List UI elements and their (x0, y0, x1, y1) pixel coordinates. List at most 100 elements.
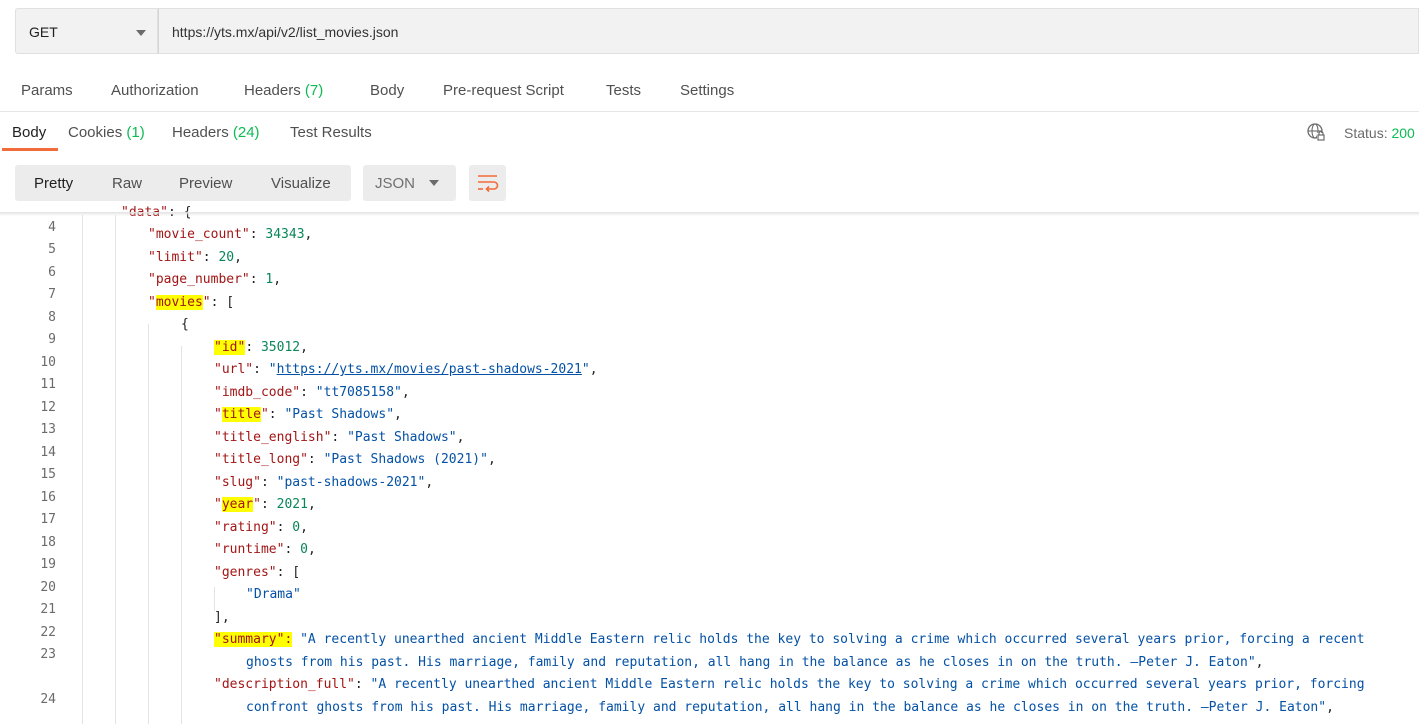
json-punct: { (181, 317, 189, 332)
json-key-highlighted: "summary": (214, 632, 293, 647)
json-key: "runtime" (214, 542, 285, 557)
json-string: "A recently unearthed ancient Middle Eas… (300, 632, 1365, 647)
toolbar-shadow (0, 212, 1419, 216)
json-punct: : (202, 250, 219, 265)
line-content: "description_full": "A recently unearthe… (214, 677, 1365, 692)
tab-test-results[interactable]: Test Results (290, 124, 372, 141)
json-key: "title_english" (214, 430, 332, 445)
json-punct: : (354, 677, 371, 692)
json-punct: ], (214, 610, 230, 625)
json-number: 2021 (276, 497, 308, 512)
json-string: ghosts from his past. His marriage, fami… (246, 655, 1256, 670)
json-punct: : [ (210, 295, 235, 310)
code-line: 17 "year": 2021, (0, 497, 1419, 527)
json-string: confront ghosts from his past. His marri… (246, 700, 1327, 715)
json-punct: : (249, 272, 266, 287)
json-number: 35012 (260, 340, 301, 355)
wrap-lines-button[interactable] (469, 165, 506, 201)
line-content: "limit": 20, (148, 250, 242, 265)
url-input[interactable]: https://yts.mx/api/v2/list_movies.json (158, 8, 1419, 54)
code-line: 14 "title_english": "Past Shadows", (0, 430, 1419, 460)
tab-params[interactable]: Params (21, 82, 73, 99)
json-punct: , (300, 520, 308, 535)
json-number: 34343 (265, 227, 305, 242)
json-punct: : (284, 542, 301, 557)
json-punct: , (1326, 700, 1334, 715)
json-punct: : (260, 497, 277, 512)
response-headers-count: (24) (232, 124, 260, 141)
line-content: "Drama" (246, 587, 301, 602)
json-punct: , (304, 227, 313, 242)
line-content: ], (214, 610, 230, 625)
json-string: "Past Shadows" (284, 407, 395, 422)
format-select[interactable]: JSON (363, 165, 456, 201)
json-punct: : (253, 362, 269, 377)
json-quote: " (268, 362, 277, 377)
json-punct: , (300, 340, 308, 355)
preview-button[interactable]: Preview (179, 175, 232, 192)
wrap-lines-icon (478, 175, 499, 193)
tab-body[interactable]: Body (370, 82, 404, 99)
tab-cookies[interactable]: Cookies (1) (68, 124, 145, 141)
tab-cookies-label: Cookies (68, 124, 123, 141)
line-content: "summary": "A recently unearthed ancient… (214, 632, 1365, 647)
tab-authorization[interactable]: Authorization (111, 82, 199, 99)
json-quote: " (581, 362, 590, 377)
json-punct: , (425, 475, 434, 490)
json-quote: " (202, 295, 211, 310)
tab-settings[interactable]: Settings (680, 82, 734, 99)
line-content: "page_number": 1, (148, 272, 281, 287)
tab-tests[interactable]: Tests (606, 82, 641, 99)
json-key-highlighted: title (221, 407, 261, 422)
code-line: 21 "Drama" (0, 587, 1419, 617)
status-label: Status: (1344, 125, 1388, 141)
tab-response-body[interactable]: Body (12, 124, 46, 141)
json-number: 20 (218, 250, 235, 265)
request-bar: GET https://yts.mx/api/v2/list_movies.js… (15, 8, 1419, 56)
pretty-button[interactable]: Pretty (34, 175, 73, 192)
json-punct: , (394, 407, 402, 422)
response-body-viewer[interactable]: 4 "data": { 5 "movie_count": 34343, 6 "l… (0, 205, 1419, 724)
json-key: "page_number" (148, 272, 250, 287)
json-quote: " (148, 295, 156, 310)
tab-headers[interactable]: Headers (7) (244, 82, 323, 99)
json-punct: : [ (276, 565, 301, 580)
code-line: 11 "url": "https://yts.mx/movies/past-sh… (0, 362, 1419, 392)
line-content: "imdb_code": "tt7085158", (214, 385, 410, 400)
json-quote: " (260, 407, 269, 422)
line-content: "title_english": "Past Shadows", (214, 430, 464, 445)
line-content: ghosts from his past. His marriage, fami… (246, 655, 1263, 670)
format-label: JSON (375, 175, 416, 192)
active-tab-indicator (2, 148, 58, 151)
line-content: "rating": 0, (214, 520, 308, 535)
json-key: "genres" (214, 565, 277, 580)
json-punct: : (245, 340, 261, 355)
tab-response-headers[interactable]: Headers (24) (172, 124, 260, 141)
json-punct: , (589, 362, 598, 377)
tab-prerequest-script[interactable]: Pre-request Script (443, 82, 564, 99)
headers-count: (7) (304, 82, 324, 99)
json-string: "Past Shadows (2021)" (323, 452, 488, 467)
json-punct: : (268, 407, 285, 422)
json-punct: : (307, 452, 324, 467)
json-punct: , (1255, 655, 1264, 670)
url-link[interactable]: https://yts.mx/movies/past-shadows-2021 (277, 362, 582, 377)
raw-button[interactable]: Raw (112, 175, 142, 192)
visualize-button[interactable]: Visualize (271, 175, 331, 192)
status-value: 200 (1391, 125, 1415, 141)
method-select[interactable]: GET (15, 8, 158, 54)
json-key: "slug" (214, 475, 261, 490)
json-number: 0 (300, 542, 308, 557)
code-line-wrapped: confront ghosts from his past. His marri… (0, 700, 1419, 722)
json-string: "Drama" (246, 587, 301, 602)
line-content: "runtime": 0, (214, 542, 316, 557)
cookies-count: (1) (126, 124, 145, 141)
code-line: 6 "limit": 20, (0, 250, 1419, 280)
line-content: "id": 35012, (214, 340, 308, 355)
json-punct: : (331, 430, 348, 445)
globe-network-icon[interactable] (1306, 122, 1326, 142)
code-line: 13 "title": "Past Shadows", (0, 407, 1419, 437)
json-string: "Past Shadows" (347, 430, 457, 445)
code-line: 9 { (0, 317, 1419, 347)
json-punct: , (487, 452, 496, 467)
